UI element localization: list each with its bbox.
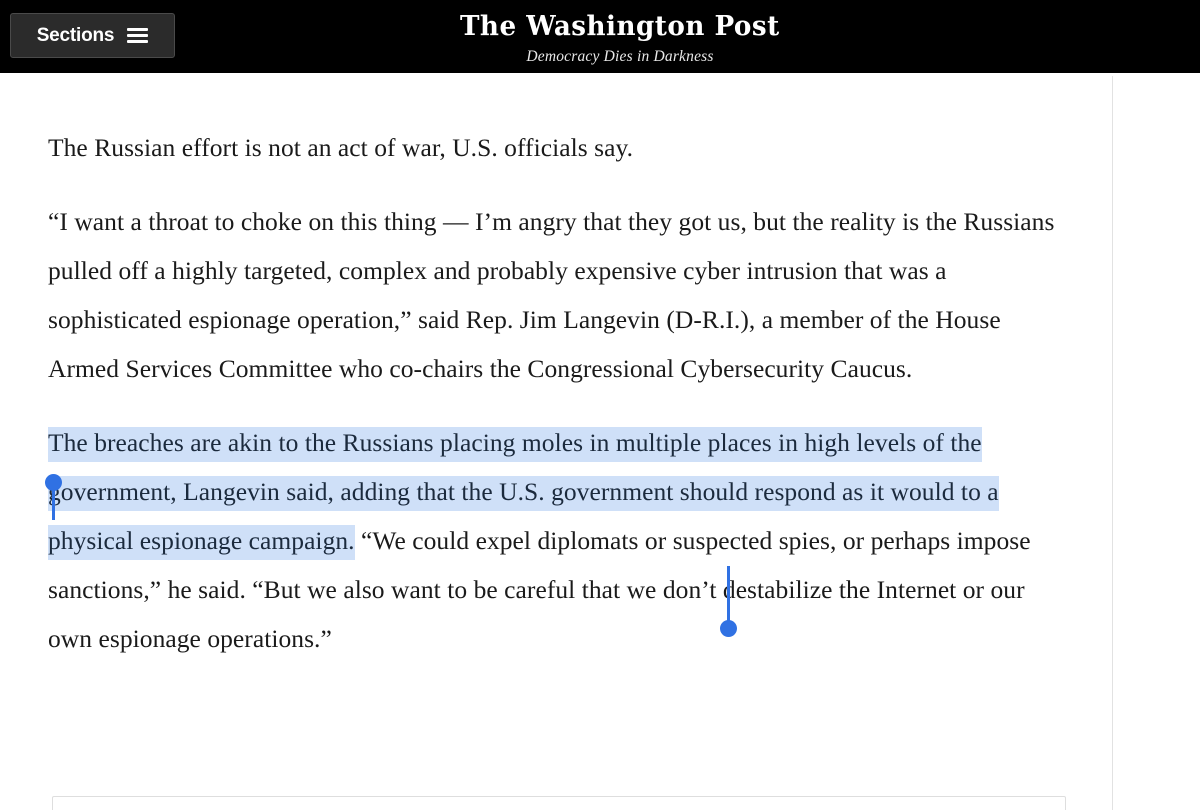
site-title: The Washington Post [460, 10, 780, 42]
article-paragraph-selected: The breaches are akin to the Russians pl… [48, 418, 1072, 663]
hamburger-icon [127, 28, 149, 43]
right-rail-divider [1112, 76, 1113, 810]
site-tagline: Democracy Dies in Darkness [526, 47, 714, 65]
site-brand: The Washington Post Democracy Dies in Da… [0, 0, 1200, 73]
selection-start-stem [51, 485, 55, 520]
sections-button[interactable]: Sections [10, 13, 175, 58]
selection-end-handle[interactable] [720, 566, 738, 638]
article-paragraph: The Russian effort is not an act of war,… [48, 133, 634, 162]
article-text-column: The Russian effort is not an act of war,… [48, 123, 1072, 663]
site-masthead: Sections The Washington Post Democracy D… [0, 0, 1200, 73]
selection-end-stem [726, 566, 730, 624]
article-paragraph: “I want a throat to choke on this thing … [48, 207, 1055, 383]
sections-button-label: Sections [36, 25, 115, 46]
article-body: The Russian effort is not an act of war,… [0, 73, 1113, 810]
bottom-content-card [52, 796, 1066, 810]
selection-end-knob[interactable] [720, 620, 737, 637]
page-root: Sections The Washington Post Democracy D… [0, 0, 1200, 810]
selection-start-handle[interactable] [45, 474, 63, 520]
